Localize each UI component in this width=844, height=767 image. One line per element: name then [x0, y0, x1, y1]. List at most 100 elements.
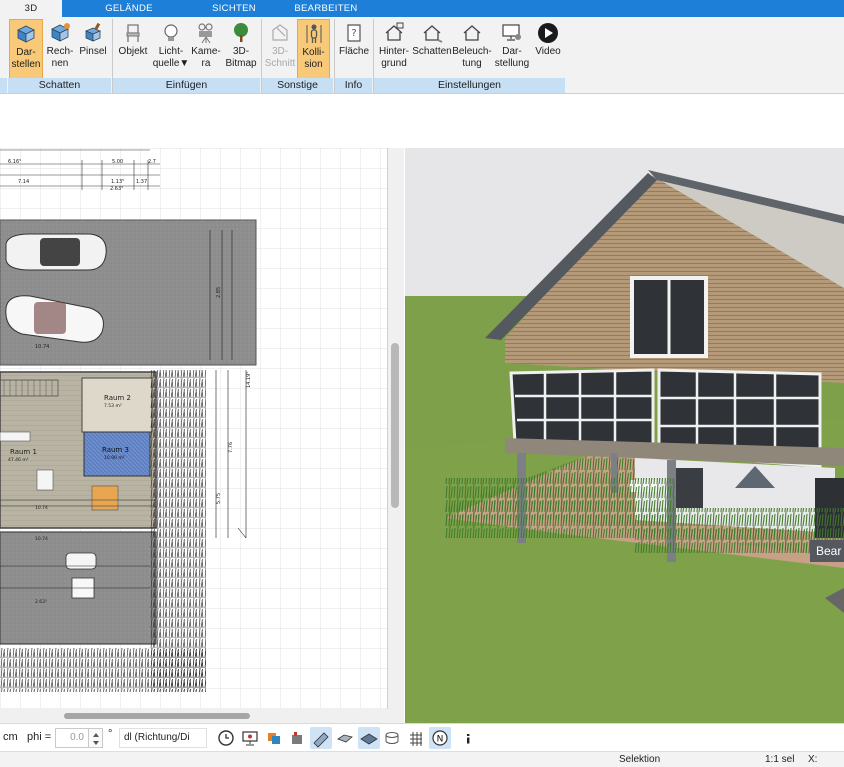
- room-3[interactable]: [83, 431, 151, 477]
- ribbon-tabbar: 3D GELÄNDE SICHTEN BEARBEITEN: [0, 0, 844, 17]
- tree-icon: [234, 23, 248, 42]
- lichtquelle-button[interactable]: Licht- quelle▼: [152, 19, 190, 79]
- play-icon: [538, 23, 558, 43]
- tab-3d[interactable]: 3D: [0, 0, 62, 17]
- vertical-scrollbar[interactable]: [388, 148, 404, 723]
- dimension-label: 7.14: [18, 179, 29, 185]
- lower-door: [675, 468, 703, 508]
- kollision-label-2: sion: [304, 59, 323, 70]
- measure-button[interactable]: [310, 727, 332, 749]
- horizontal-scroll-thumb[interactable]: [64, 713, 250, 719]
- stack-button[interactable]: [381, 727, 403, 749]
- tab-bearbeiten[interactable]: BEARBEITEN: [292, 0, 360, 17]
- ruler-icon: [313, 732, 329, 748]
- dimension-label: 10.74: [35, 505, 48, 511]
- direction-select[interactable]: dl (Richtung/Di: [119, 728, 207, 748]
- floor-plan-view[interactable]: 6.16⁵ 5.00 2.7 7.14 1.13⁵ 1.37 2.63⁵ 10.…: [0, 148, 388, 723]
- unit-label: cm: [3, 731, 18, 743]
- darstellung-label-1: Dar-: [502, 46, 522, 57]
- pinsel-label: Pinsel: [79, 46, 107, 57]
- schatten-button[interactable]: Schatten: [412, 19, 452, 79]
- bitmap-button[interactable]: 3D- Bitmap: [223, 19, 259, 79]
- rechnen-button[interactable]: Rech- nen: [44, 19, 76, 79]
- layers-color-button[interactable]: [263, 727, 285, 749]
- group-label-spacer: [0, 78, 7, 93]
- room-area: 10.90 m²: [104, 455, 125, 461]
- room-area: 7.53 m²: [104, 403, 122, 409]
- hintergrund-button[interactable]: Hinter- grund: [377, 19, 411, 79]
- plane-button[interactable]: [358, 727, 380, 749]
- group-label-einfuegen: Einfügen: [113, 78, 260, 93]
- dimension-label: 2.7: [148, 159, 156, 165]
- vertical-scroll-thumb[interactable]: [391, 343, 399, 508]
- phi-stepper[interactable]: [89, 728, 103, 748]
- beleuchtung-label-1: Beleuch-: [452, 46, 492, 57]
- plane-icon: [360, 733, 378, 745]
- presentation-button[interactable]: [239, 727, 261, 749]
- kamera-button[interactable]: Kame- ra: [190, 19, 222, 79]
- phi-input[interactable]: 0.0: [55, 728, 89, 748]
- workspace-gap: [0, 95, 844, 148]
- person-icon: [306, 24, 321, 43]
- schnitt-label-2: Schnitt: [264, 58, 296, 69]
- lichtquelle-label-2: quelle▼: [152, 58, 190, 69]
- car-dark[interactable]: [5, 233, 107, 271]
- kollision-button[interactable]: Kolli- sion: [297, 19, 330, 79]
- chevron-down-icon[interactable]: ▼: [179, 58, 189, 69]
- degree-label: °: [108, 728, 113, 740]
- clock-button[interactable]: [215, 727, 237, 749]
- darstellen-button[interactable]: Dar- stellen: [9, 19, 43, 79]
- more-options-button[interactable]: [457, 727, 479, 749]
- north-button[interactable]: N: [429, 727, 451, 749]
- lightbulb-icon: [164, 24, 178, 41]
- paint-bucket-icon: [292, 732, 302, 744]
- dimension-label: 2.63⁵: [110, 186, 123, 192]
- phi-label: phi =: [27, 731, 52, 743]
- darstellen-label-2: stellen: [11, 59, 41, 70]
- schnitt-button[interactable]: 3D- Schnitt: [264, 19, 296, 79]
- kamera-label-1: Kame-: [191, 46, 221, 57]
- chair-icon: [126, 24, 140, 42]
- house-shadow-icon: [423, 25, 443, 43]
- dining-table[interactable]: [91, 485, 119, 511]
- beleuchtung-label-2: tung: [462, 58, 482, 69]
- grid-icon: [410, 732, 422, 746]
- horizontal-scrollbar[interactable]: [0, 709, 388, 723]
- dimension-label: 1.37: [136, 179, 147, 185]
- tab-gelaende[interactable]: GELÄNDE: [98, 0, 160, 17]
- room-name: Raum 3: [102, 446, 129, 454]
- objekt-button[interactable]: Objekt: [116, 19, 150, 79]
- 3d-scene[interactable]: [405, 148, 844, 723]
- ribbon: Dar- stellen Rech- nen Pinsel Objekt Lic…: [0, 17, 844, 94]
- schnitt-label-1: 3D-: [271, 46, 289, 57]
- car-small[interactable]: [65, 552, 97, 570]
- video-button[interactable]: Video: [532, 19, 564, 79]
- bitmap-label-1: 3D-: [232, 46, 250, 57]
- north-icon: N: [432, 730, 448, 746]
- monitor-icon: [242, 731, 258, 746]
- darstellung-button[interactable]: Dar- stellung: [493, 19, 531, 79]
- rechnen-label-1: Rech-: [46, 46, 74, 57]
- objekt-label: Objekt: [118, 46, 148, 57]
- grid-button[interactable]: [405, 727, 427, 749]
- floor-plan-canvas[interactable]: 6.16⁵ 5.00 2.7 7.14 1.13⁵ 1.37 2.63⁵ 10.…: [0, 148, 388, 723]
- beleuchtung-button[interactable]: Beleuch- tung: [452, 19, 492, 79]
- dimension-label: 10.74: [35, 344, 49, 350]
- svg-text:N: N: [437, 735, 444, 745]
- hintergrund-label-1: Hinter-: [378, 46, 409, 57]
- hatch-button[interactable]: [334, 727, 356, 749]
- sofa[interactable]: [0, 431, 31, 442]
- group-label-schatten: Schatten: [8, 78, 111, 93]
- 3d-view[interactable]: [405, 148, 844, 723]
- armchair[interactable]: [36, 469, 54, 491]
- grass-strip: [150, 370, 206, 692]
- house-background-icon: [385, 22, 404, 41]
- pinsel-button[interactable]: Pinsel: [77, 19, 109, 79]
- group-label-einstellungen: Einstellungen: [374, 78, 565, 93]
- flaeche-button[interactable]: ? Fläche: [337, 19, 371, 79]
- paint-button[interactable]: [286, 727, 308, 749]
- tab-sichten[interactable]: SICHTEN: [203, 0, 265, 17]
- rechnen-label-2: nen: [51, 58, 69, 69]
- dimension-label: 1.13⁵: [111, 179, 124, 185]
- status-scale: 1:1 sel: [765, 754, 795, 765]
